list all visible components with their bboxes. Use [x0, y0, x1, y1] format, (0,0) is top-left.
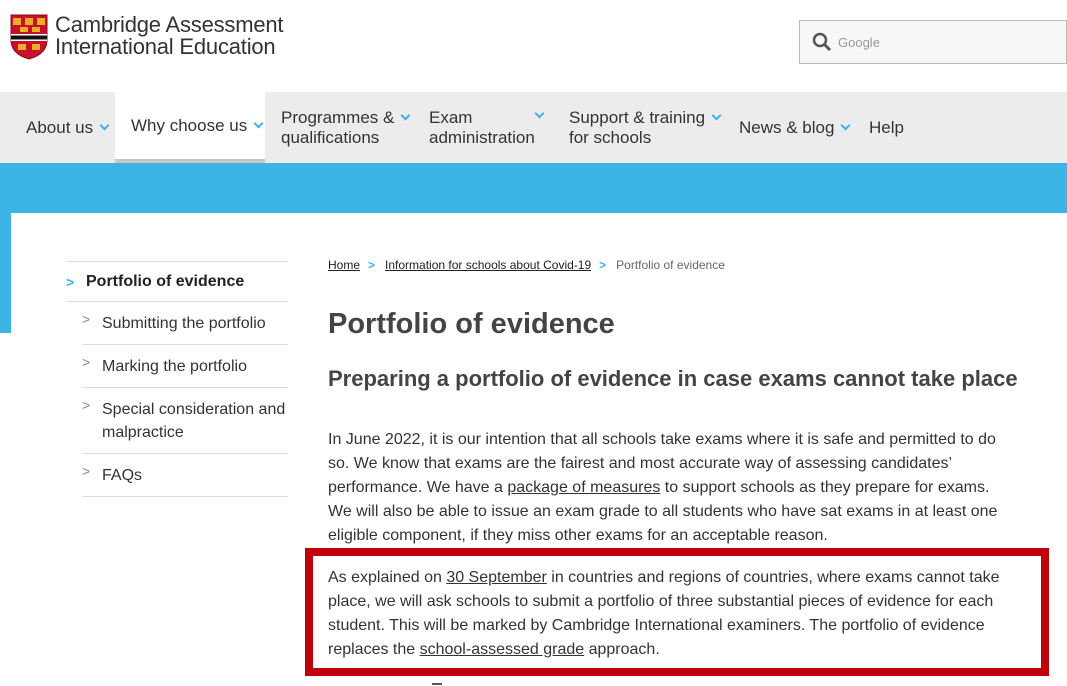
sidebar-item-submitting[interactable]: > Submitting the portfolio	[82, 302, 288, 345]
chevron-down-icon	[840, 120, 851, 131]
site-logo[interactable]: Cambridge Assessment International Educa…	[10, 12, 284, 60]
portfolio-text-a: As explained on	[328, 569, 447, 586]
intro-paragraph: In June 2022, it is our intention that a…	[328, 428, 1008, 548]
blue-banner-edge	[0, 213, 11, 333]
sidebar-item-label: FAQs	[102, 467, 143, 484]
cambridge-shield-icon	[10, 14, 48, 60]
nav-label-line2: for schools	[569, 127, 652, 147]
sidebar-item-faqs[interactable]: > FAQs	[82, 454, 288, 497]
nav-label: Why choose us	[131, 115, 248, 135]
chevron-right-icon: >	[368, 258, 376, 272]
divider	[432, 683, 442, 685]
portfolio-text-c: approach.	[584, 641, 660, 658]
nav-exam-administration[interactable]: Exam administration	[429, 92, 545, 163]
sidebar-item-special-consideration[interactable]: > Special consideration and malpractice	[82, 388, 288, 454]
sidebar-nav: > Portfolio of evidence > Submitting the…	[66, 261, 288, 497]
nav-why-choose-us[interactable]: Why choose us	[115, 92, 265, 163]
search-input[interactable]	[838, 34, 1038, 50]
chevron-down-icon	[253, 118, 264, 129]
nav-label-line2: administration	[429, 127, 535, 147]
blue-banner	[0, 163, 1067, 213]
sidebar-item-label: Marking the portfolio	[102, 358, 247, 375]
package-of-measures-link[interactable]: package of measures	[507, 479, 660, 496]
sidebar-item-label: Submitting the portfolio	[102, 315, 266, 332]
30-september-link[interactable]: 30 September	[446, 569, 547, 586]
sidebar-item-marking[interactable]: > Marking the portfolio	[82, 345, 288, 388]
nav-about-us[interactable]: About us	[26, 92, 110, 163]
breadcrumb-current: Portfolio of evidence	[616, 258, 725, 272]
breadcrumb-home-link[interactable]: Home	[328, 258, 360, 272]
chevron-down-icon	[534, 108, 545, 119]
breadcrumb-covid-link[interactable]: Information for schools about Covid-19	[385, 258, 591, 272]
nav-news-blog[interactable]: News & blog	[739, 92, 851, 163]
logo-line-1: Cambridge Assessment	[55, 12, 284, 37]
search-box[interactable]	[799, 20, 1067, 64]
nav-label: News & blog	[739, 117, 835, 137]
chevron-down-icon	[99, 120, 110, 131]
chevron-right-icon: >	[82, 463, 91, 479]
nav-programmes[interactable]: Programmes & qualifications	[281, 92, 411, 163]
chevron-right-icon: >	[82, 397, 91, 413]
sidebar-item-portfolio-of-evidence[interactable]: > Portfolio of evidence	[66, 261, 288, 302]
chevron-right-icon: >	[82, 354, 91, 370]
nav-label-line1: Exam	[429, 107, 473, 127]
chevron-right-icon: >	[599, 258, 607, 272]
nav-label-line2: qualifications	[281, 127, 380, 147]
main-nav: About us Why choose us Programmes & qual…	[0, 92, 1067, 163]
page-title: Portfolio of evidence	[328, 308, 615, 340]
logo-line-2: International Education	[55, 34, 276, 59]
chevron-right-icon: >	[82, 311, 91, 327]
chevron-down-icon	[400, 110, 411, 121]
portfolio-paragraph: As explained on 30 September in countrie…	[328, 566, 1008, 662]
nav-help[interactable]: Help	[869, 92, 904, 163]
nav-support-training[interactable]: Support & training for schools	[569, 92, 722, 163]
breadcrumb: Home > Information for schools about Cov…	[328, 258, 1008, 272]
school-assessed-grade-link[interactable]: school-assessed grade	[420, 641, 585, 658]
chevron-right-icon: >	[66, 273, 75, 290]
sidebar-title: Portfolio of evidence	[86, 272, 245, 290]
nav-label: Help	[869, 117, 904, 137]
nav-label-line1: Support & training	[569, 107, 706, 127]
sidebar-item-label: Special consideration and malpractice	[102, 401, 286, 441]
main-content: Home > Information for schools about Cov…	[328, 258, 1018, 544]
nav-label: About us	[26, 117, 94, 137]
nav-label-line1: Programmes &	[281, 107, 395, 127]
section-heading: Preparing a portfolio of evidence in cas…	[328, 366, 1018, 391]
search-icon[interactable]	[812, 32, 832, 52]
chevron-down-icon	[711, 110, 722, 121]
